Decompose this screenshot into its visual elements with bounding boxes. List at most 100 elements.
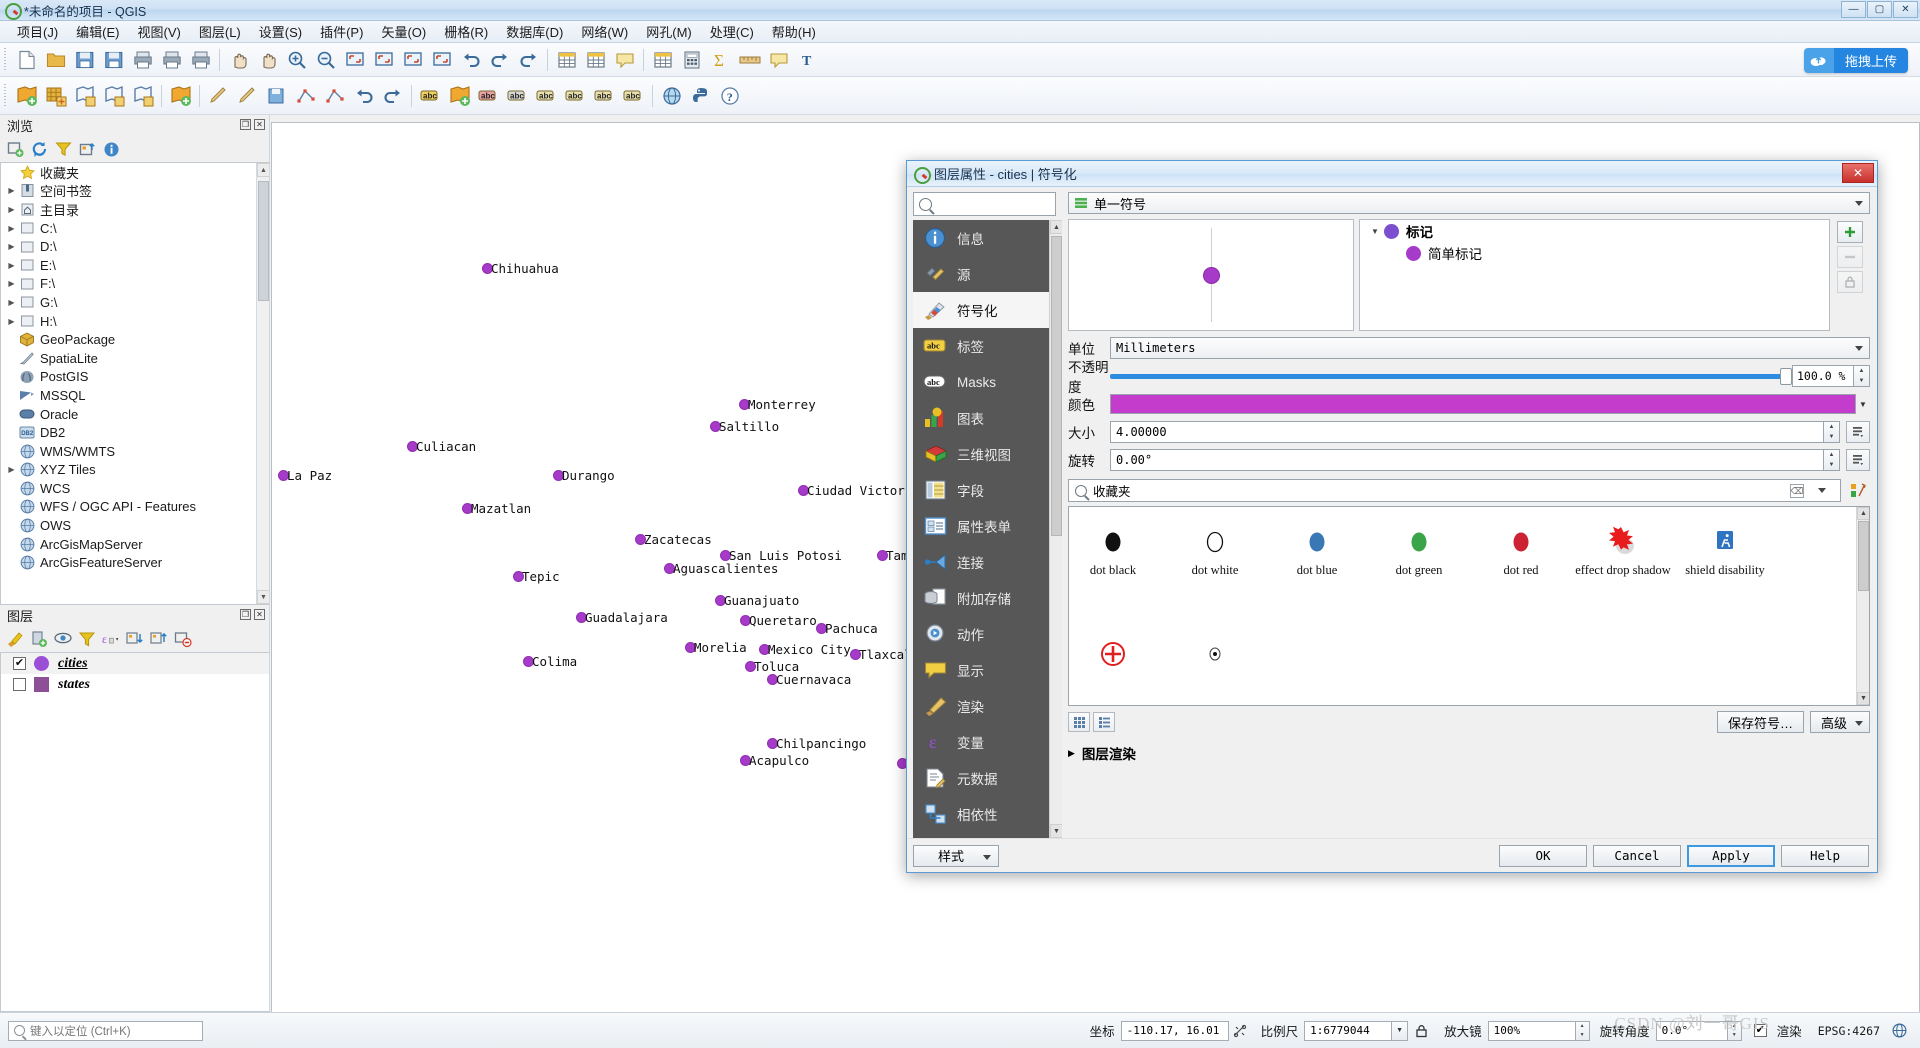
gallery-symbol-item[interactable]: dot white (1165, 521, 1265, 578)
browser-item[interactable]: ▶ D:\ (1, 237, 269, 256)
filter-icon[interactable] (54, 140, 72, 158)
add-layer-icon[interactable] (6, 140, 24, 158)
change-label-button[interactable]: abc (620, 83, 647, 109)
dialog-nav-item-12[interactable]: 动作 (913, 616, 1062, 652)
menu-item-2[interactable]: 编辑(E) (67, 20, 128, 43)
crs-globe-icon[interactable] (1886, 1023, 1912, 1038)
browser-item[interactable]: GeoPackage (1, 330, 269, 349)
advanced-button[interactable]: 高级 (1809, 711, 1870, 733)
help-button[interactable]: ? (716, 83, 743, 109)
lock-scale-icon[interactable] (1408, 1024, 1434, 1038)
slider-handle[interactable] (1780, 367, 1792, 385)
measure-button[interactable] (736, 47, 763, 73)
statistics-button[interactable]: Σ (707, 47, 734, 73)
rotation-data-defined-button[interactable] (1846, 449, 1870, 471)
dialog-search-input[interactable] (913, 192, 1056, 216)
chevron-down-icon[interactable] (1818, 488, 1826, 493)
gallery-symbol-item[interactable]: effect drop shadow (1573, 521, 1673, 578)
expand-arrow-icon[interactable]: ▶ (5, 465, 18, 474)
upload-button[interactable]: 拖拽上传 (1803, 48, 1908, 73)
gallery-symbol-item[interactable]: shield disability (1675, 521, 1775, 578)
dialog-nav-item-1[interactable]: 信息 (913, 220, 1062, 256)
layer-row[interactable]: ✔ cities (1, 653, 269, 674)
current-edits-button[interactable] (205, 83, 232, 109)
expand-arrow-icon[interactable]: ▶ (5, 298, 18, 307)
menu-item-11[interactable]: 网孔(M) (637, 20, 701, 43)
dialog-nav-item-16[interactable]: 元数据 (913, 760, 1062, 796)
browser-item[interactable]: PostGIS (1, 368, 269, 387)
show-layouts-button[interactable] (187, 47, 214, 73)
scroll-down-icon[interactable]: ▼ (1050, 824, 1062, 838)
crs-label[interactable]: EPSG:4267 (1818, 1024, 1880, 1038)
layer-rendering-section[interactable]: ▶ 图层渲染 (1068, 743, 1870, 763)
browser-item[interactable]: SpatiaLite (1, 349, 269, 368)
gallery-scrollbar[interactable]: ▲ ▼ (1856, 507, 1869, 705)
identify-features-button[interactable] (611, 47, 638, 73)
help-button[interactable]: Help (1781, 844, 1869, 867)
gallery-symbol-item[interactable]: dot black (1069, 521, 1163, 578)
zoom-selection-button[interactable] (370, 47, 397, 73)
browser-item[interactable]: ▶ H:\ (1, 312, 269, 331)
opacity-value[interactable]: 100.0 % (1792, 365, 1854, 387)
lock-symbol-layer-button[interactable] (1837, 271, 1863, 293)
save-project-as-button[interactable] (100, 47, 127, 73)
python-console-button[interactable] (687, 83, 714, 109)
menu-item-5[interactable]: 设置(S) (250, 20, 311, 43)
browser-item[interactable]: ▶ 空间书签 (1, 182, 269, 201)
collapse-all-layers-icon[interactable] (150, 630, 168, 648)
symbol-gallery[interactable]: dot black dot white dot blue dot green dot r… (1068, 506, 1870, 706)
move-label-button[interactable]: abc (562, 83, 589, 109)
select-features-button[interactable] (553, 47, 580, 73)
dialog-nav-item-13[interactable]: 显示 (913, 652, 1062, 688)
open-project-button[interactable] (42, 47, 69, 73)
remove-symbol-layer-button[interactable] (1837, 246, 1863, 268)
scroll-up-icon[interactable]: ▲ (1857, 507, 1869, 520)
modify-attributes-button[interactable] (321, 83, 348, 109)
new-print-layout-button[interactable] (129, 47, 156, 73)
gallery-symbol-item[interactable]: dot red (1471, 521, 1571, 578)
style-button[interactable]: 样式 (913, 844, 999, 867)
browser-item[interactable]: WCS (1, 479, 269, 498)
zoom-in-button[interactable] (283, 47, 310, 73)
browser-item[interactable]: ▶ E:\ (1, 256, 269, 275)
browser-tree[interactable]: 收藏夹 ▶ 空间书签 ▶ 主目录 ▶ C:\ ▶ D:\ ▶ E:\ ▶ F:\ ▶ G:\ ▶ H:\ GeoP… (0, 162, 269, 605)
rotation-spinner[interactable]: ▲ ▼ (1727, 1020, 1742, 1041)
dialog-nav-item-3[interactable]: 符号化 (913, 292, 1062, 328)
style-dock-button[interactable] (446, 83, 473, 109)
add-group-icon[interactable] (30, 630, 48, 648)
symbol-layers-tree[interactable]: ▼ 标记 简单标记 (1359, 219, 1830, 331)
dialog-nav-item-15[interactable]: ε 变量 (913, 724, 1062, 760)
scroll-up-icon[interactable]: ▲ (1050, 220, 1062, 234)
add-symbol-layer-button[interactable] (1837, 221, 1863, 243)
scroll-down-icon[interactable]: ▼ (1857, 692, 1869, 705)
zoom-last-button[interactable] (457, 47, 484, 73)
layers-float-button[interactable]: ❐ (240, 609, 251, 620)
new-shapefile-layer-button[interactable] (167, 83, 194, 109)
layers-tree[interactable]: ✔ cities states (0, 652, 269, 1012)
dialog-nav-list[interactable]: 信息源符号化 abc 标签 abc Masks 图表 三维视图 字段 属性表单 连接 附加存储 动作显… (913, 220, 1062, 838)
highlight-pinned-labels-button[interactable]: abc (475, 83, 502, 109)
expand-arrow-icon[interactable]: ▶ (5, 261, 18, 270)
collapse-all-icon[interactable] (78, 140, 96, 158)
browser-item[interactable]: WFS / OGC API - Features (1, 498, 269, 517)
size-value[interactable]: 4.00000 (1110, 421, 1824, 443)
zoom-native-button[interactable] (428, 47, 455, 73)
locator-search-input[interactable]: 键入以定位 (Ctrl+K) (8, 1020, 203, 1041)
menu-item-13[interactable]: 帮助(H) (763, 20, 825, 43)
save-symbol-button[interactable]: 保存符号… (1716, 711, 1804, 733)
dialog-nav-item-18[interactable]: 图例 (913, 832, 1062, 838)
browser-item[interactable]: ▶ F:\ (1, 275, 269, 294)
menu-item-7[interactable]: 矢量(O) (372, 20, 435, 43)
new-text-annotation-button[interactable]: T (794, 47, 821, 73)
save-project-button[interactable] (71, 47, 98, 73)
dialog-nav-item-4[interactable]: abc 标签 (913, 328, 1062, 364)
refresh-icon[interactable] (30, 140, 48, 158)
browser-item[interactable]: 收藏夹 (1, 163, 269, 182)
menu-item-8[interactable]: 栅格(R) (435, 20, 497, 43)
open-attribute-table-button[interactable] (649, 47, 676, 73)
style-manager-icon[interactable] (6, 630, 24, 648)
dialog-nav-item-10[interactable]: 连接 (913, 544, 1062, 580)
expand-all-icon[interactable] (126, 630, 144, 648)
cancel-button[interactable]: Cancel (1593, 844, 1681, 867)
expression-icon[interactable]: ε (102, 630, 120, 648)
